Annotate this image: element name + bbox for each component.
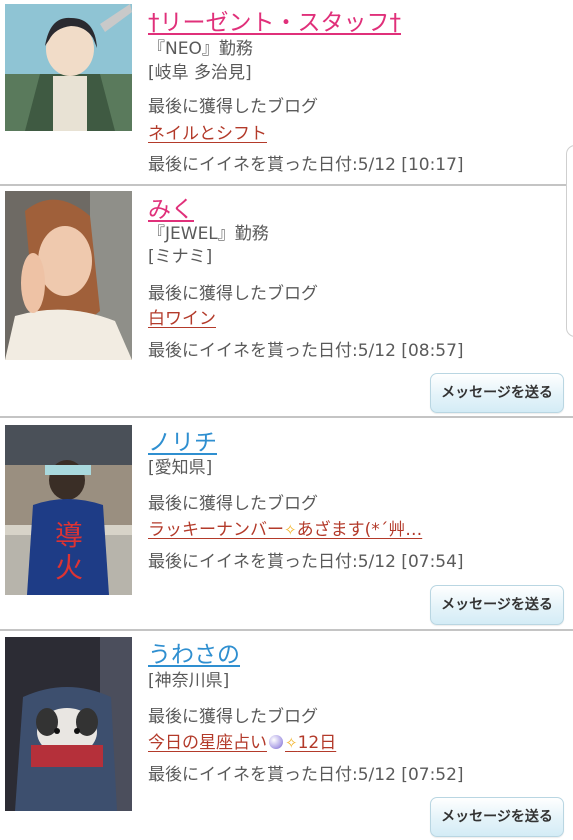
sparkle-icon: ✧ [284,521,297,539]
send-message-button[interactable]: メッセージを送る [430,373,564,413]
area-label: [神奈川県] [148,671,230,691]
like-date: 最後にイイネを貰った日付:5/12 [08:57] [148,341,464,361]
user-entry: †リーゼント・スタッフ† 『NEO』勤務 [岐阜 多治見] 最後に獲得したブログ… [0,0,573,185]
blog-title-part: 今日の星座占い [148,733,267,753]
send-message-button[interactable]: メッセージを送る [430,797,564,837]
woman-portrait-avatar[interactable] [5,191,132,360]
blog-heading: 最後に獲得したブログ [148,707,318,727]
area-label: [愛知県] [148,458,213,478]
svg-text:導: 導 [55,519,83,552]
send-message-button[interactable]: メッセージを送る [430,585,564,625]
svg-text:火: 火 [55,551,83,584]
crystal-ball-icon [269,735,283,749]
blog-title-part: ラッキーナンバー [148,520,284,540]
anime-soldier-avatar[interactable] [5,4,132,131]
user-name-link[interactable]: ノリチ [148,429,217,457]
like-date: 最後にイイネを貰った日付:5/12 [07:54] [148,552,464,572]
user-entry: うわさの [神奈川県] 最後に獲得したブログ 今日の星座占い ✧12日 最後にイイ… [0,631,573,840]
blog-heading: 最後に獲得したブログ [148,97,318,117]
blog-title-link[interactable]: 白ワイン [148,308,216,330]
area-label: [岐阜 多治見] [148,63,252,83]
shop-label: 『JEWEL』勤務 [148,224,269,244]
like-date: 最後にイイネを貰った日付:5/12 [10:17] [148,155,464,175]
blog-heading: 最後に獲得したブログ [148,284,318,304]
sparkle-icon: ✧ [285,734,298,752]
like-date: 最後にイイネを貰った日付:5/12 [07:52] [148,765,464,785]
blog-title-part: 12日 [297,733,337,753]
user-entry: みく 『JEWEL』勤務 [ミナミ] 最後に獲得したブログ 白ワイン 最後にイイ… [0,186,573,416]
dog-in-bag-avatar[interactable] [5,637,132,811]
shop-label: 『NEO』勤務 [148,39,253,59]
blog-title-link[interactable]: 今日の星座占い ✧12日 [148,732,336,754]
blog-title-link[interactable]: ネイルとシフト [148,123,267,145]
area-label: [ミナミ] [148,247,213,267]
user-entry: 導 火 ノリチ [愛知県] 最後に獲得したブログ ラッキーナンバー✧あざます(*… [0,418,573,630]
blog-heading: 最後に獲得したブログ [148,494,318,514]
side-drawer-handle[interactable] [566,145,573,337]
user-name-link[interactable]: うわさの [148,641,240,669]
blog-title-link[interactable]: ラッキーナンバー✧あざます(*´艸… [148,519,422,541]
man-back-avatar[interactable]: 導 火 [5,425,132,595]
user-name-link[interactable]: †リーゼント・スタッフ† [148,9,401,37]
user-name-link[interactable]: みく [148,196,194,224]
blog-title-part: あざます(*´艸… [296,520,423,540]
